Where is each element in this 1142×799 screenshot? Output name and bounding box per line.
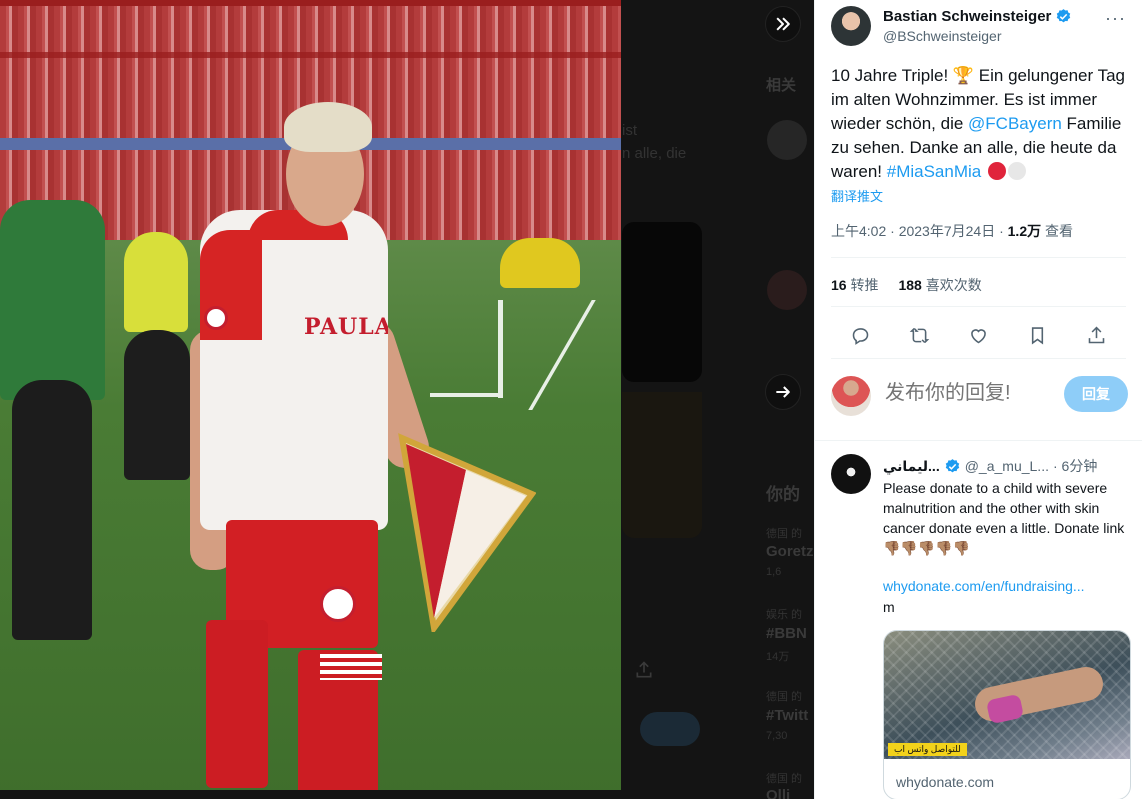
bg-card [622, 222, 702, 382]
reply-author-handle[interactable]: @_a_mu_L... [965, 458, 1049, 474]
photo-pennant [398, 433, 536, 632]
retweets-count: 16 [831, 277, 847, 293]
reply-link[interactable]: whydonate.com/en/fundraising... [883, 578, 1085, 594]
bg-trend-count: 1,6 [766, 566, 782, 578]
mention-link[interactable]: @FCBayern [968, 114, 1062, 133]
divider [831, 358, 1126, 359]
photo-shirt-sponsor: PAULAN [304, 314, 388, 340]
viewer-avatar[interactable] [831, 376, 871, 416]
bg-trend-meta: 德国 的 [766, 773, 803, 785]
photo-shorts-crest [320, 586, 356, 622]
collapse-panel-button[interactable] [765, 6, 801, 42]
photo-official-vest [124, 232, 188, 332]
more-options-icon[interactable]: ··· [1105, 8, 1126, 29]
bg-avatar-bayern [767, 270, 807, 310]
tweet-meta: 上午4:02 · 2023年7月24日 · 1.2万 查看 [831, 221, 1073, 241]
hashtag-link[interactable]: #MiaSanMia [887, 162, 982, 181]
bg-trend-count: 7,30 [766, 730, 788, 742]
photo-stands-roof [0, 0, 621, 6]
tweet-text: 10 Jahre Triple! 🏆 Ein gelungener Tag im… [831, 64, 1131, 184]
arrow-right-icon [776, 386, 790, 398]
bg-avatar [767, 120, 807, 160]
next-image-button[interactable] [765, 374, 801, 410]
bg-share-icon [636, 661, 652, 678]
link-preview-card[interactable]: للتواصل واتس اب whydonate.com [883, 630, 1131, 799]
reply-button[interactable]: 回复 [1064, 376, 1128, 412]
author-name[interactable]: Bastian Schweinsteiger [883, 8, 1051, 25]
photo-pitch-line [430, 393, 503, 397]
tweet-author: Bastian Schweinsteiger @BSchweinsteiger … [831, 6, 1132, 48]
reply-time[interactable]: · 6分钟 [1053, 456, 1097, 476]
likes-count: 188 [898, 277, 922, 293]
retweets-stat[interactable]: 16 转推 [831, 275, 878, 295]
reply-text: Please donate to a child with severe mal… [883, 480, 1125, 556]
retweets-label: 转推 [846, 277, 879, 293]
photo-official-legs [124, 330, 190, 480]
bg-trend-title: Olli [766, 787, 791, 799]
reply-input[interactable] [885, 382, 1055, 405]
share-icon[interactable] [1086, 325, 1107, 346]
tweet-timestamp[interactable]: 上午4:02 · 2023年7月24日 · [831, 223, 1008, 239]
bg-reply-button [640, 712, 700, 746]
tweet-actions [831, 320, 1126, 350]
verified-badge-icon [1057, 9, 1071, 23]
photo-shirt-crest [204, 306, 228, 330]
photo-sock-stripes [320, 654, 382, 680]
reply-tweet[interactable]: ليماني... @_a_mu_L... · 6分钟 Please donat… [831, 454, 1131, 799]
retweet-icon[interactable] [909, 325, 930, 346]
photo-stands-tier [0, 52, 621, 58]
link-preview-image: للتواصل واتس اب [884, 631, 1130, 759]
link-preview-domain: whydonate.com [896, 774, 995, 790]
tweet-media-viewer: 相关 ist n alle, die 你的 德国 的 Goretz 1,6 娱乐… [0, 0, 1142, 799]
author-handle[interactable]: @BSchweinsteiger [883, 28, 1002, 44]
photo-steward-legs [12, 380, 92, 640]
reply-composer: 回复 [831, 374, 1128, 418]
tweet-photo[interactable]: PAULAN [0, 0, 621, 790]
white-circle-emoji [1007, 162, 1026, 180]
photo-player-sock-left [206, 620, 268, 788]
author-avatar[interactable] [831, 6, 871, 46]
reply-link-tail: m [883, 599, 895, 615]
verified-badge-icon [945, 458, 959, 472]
card-caption-tag: للتواصل واتس اب [888, 743, 967, 756]
bg-trend-meta: 娱乐 的 [766, 609, 803, 621]
reply-icon[interactable] [850, 325, 871, 346]
tweet-stats: 16 转推 188 喜欢次数 [831, 275, 982, 295]
reply-author-name[interactable]: ليماني... [883, 458, 940, 475]
bg-trend-count: 14万 [766, 651, 790, 663]
likes-stat[interactable]: 188 喜欢次数 [898, 275, 981, 295]
reply-author-avatar[interactable] [831, 454, 871, 494]
photo-players-background [500, 238, 580, 288]
like-icon[interactable] [968, 325, 989, 346]
bg-trend-meta: 德国 的 [766, 691, 803, 703]
bg-trend-title: #Twitt [766, 707, 809, 724]
divider [815, 440, 1142, 441]
bg-heading-related: 相关 [766, 77, 797, 94]
photo-pitch-line [498, 300, 503, 398]
translate-tweet-link[interactable]: 翻译推文 [831, 186, 883, 205]
reply-header: ليماني... @_a_mu_L... · 6分钟 [883, 456, 1097, 476]
divider [831, 257, 1126, 258]
author-name-row[interactable]: Bastian Schweinsteiger [883, 8, 1072, 25]
bg-card-image [622, 392, 702, 538]
photo-steward-vest [0, 200, 105, 400]
photo-player-shirt: PAULAN [200, 210, 388, 530]
bg-trend-meta: 德国 的 [766, 528, 803, 540]
double-chevron-right-icon [776, 17, 790, 31]
tweet-detail-panel: Bastian Schweinsteiger @BSchweinsteiger … [814, 0, 1142, 799]
views-label: 查看 [1041, 223, 1073, 239]
bg-heading-trending: 你的 [766, 485, 800, 504]
bg-snippet-1: ist [622, 122, 637, 139]
likes-label: 喜欢次数 [921, 277, 982, 293]
bookmark-icon[interactable] [1027, 325, 1048, 346]
bg-trend-title: Goretz [766, 543, 814, 560]
views-count: 1.2万 [1007, 223, 1042, 239]
bg-snippet-2: n alle, die [622, 145, 687, 162]
red-circle-emoji [987, 162, 1006, 180]
photo-player-hair [284, 102, 372, 152]
bg-trend-title: #BBN [766, 625, 807, 642]
divider [831, 306, 1126, 307]
